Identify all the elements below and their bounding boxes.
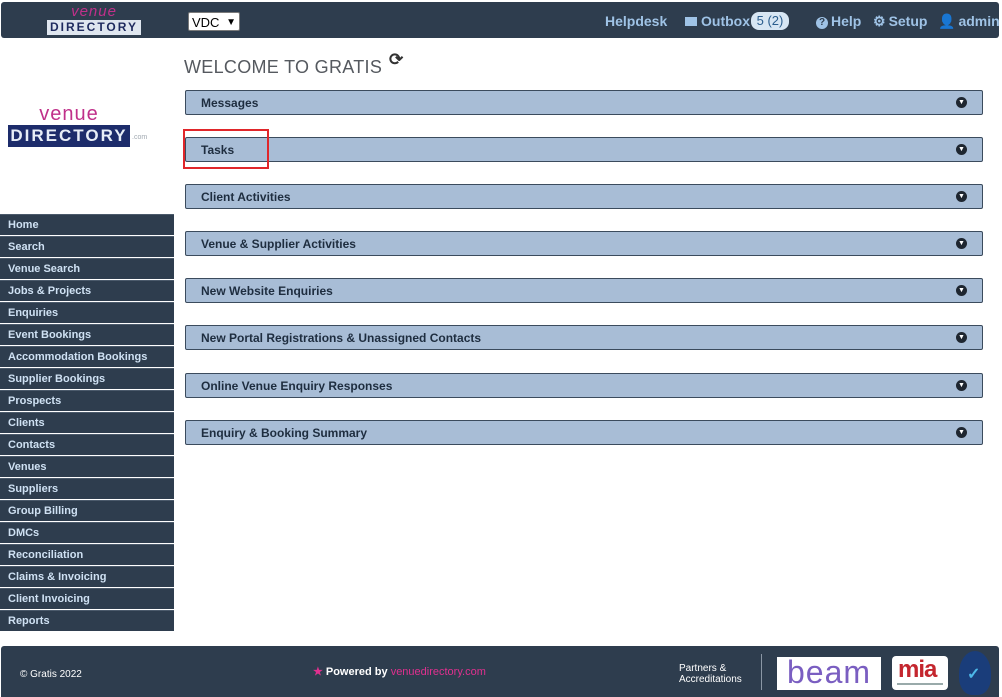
chevron-down-icon: ▼ — [226, 17, 236, 28]
chevron-down-icon[interactable]: ▼ — [956, 238, 967, 249]
sidebar-item-venues[interactable]: Venues — [0, 456, 174, 477]
sidebar-item-enquiries[interactable]: Enquiries — [0, 302, 174, 323]
copyright-text: © Gratis 2022 — [20, 669, 82, 680]
mia-logo[interactable]: mia — [892, 656, 948, 690]
panel-title: Enquiry & Booking Summary — [201, 426, 368, 440]
sidebar-item-claims-invoicing[interactable]: Claims & Invoicing — [0, 566, 174, 587]
powered-by-label: Powered by — [325, 666, 388, 678]
help-label: Help — [831, 13, 862, 29]
company-select-value: VDC — [192, 15, 220, 30]
gear-icon: ⚙ — [873, 13, 886, 29]
big-logo-directory-text: DIRECTORY — [8, 125, 130, 147]
panel-new-portal-registrations[interactable]: New Portal Registrations & Unassigned Co… — [185, 325, 983, 350]
chevron-down-icon[interactable]: ▼ — [956, 427, 967, 438]
star-icon: ★ — [313, 666, 323, 678]
panel-title: Online Venue Enquiry Responses — [201, 379, 393, 393]
outbox-count-badge[interactable]: 5 (2) — [751, 12, 789, 30]
big-logo-suffix: .com — [132, 134, 148, 141]
sidebar-item-accommodation-bookings[interactable]: Accommodation Bookings — [0, 346, 174, 367]
panel-title: New Website Enquiries — [201, 284, 333, 298]
sidebar-item-reconciliation[interactable]: Reconciliation — [0, 544, 174, 565]
sidebar-item-event-bookings[interactable]: Event Bookings — [0, 324, 174, 345]
powered-by: ★ Powered by venuedirectory.com — [313, 665, 486, 678]
beam-logo[interactable]: beam — [777, 656, 881, 690]
chevron-down-icon[interactable]: ▼ — [956, 380, 967, 391]
certification-badge-icon[interactable]: ✓ — [959, 651, 991, 695]
outbox-link[interactable]: Outbox — [685, 13, 750, 29]
page-title: WELCOME TO GRATIS — [184, 57, 383, 77]
partners-line-1: Partners & — [679, 663, 727, 674]
panel-title: Messages — [201, 96, 259, 110]
chevron-down-icon[interactable]: ▼ — [956, 144, 967, 155]
chevron-down-icon[interactable]: ▼ — [956, 332, 967, 343]
sidebar-item-dmcs[interactable]: DMCs — [0, 522, 174, 543]
sidebar-item-supplier-bookings[interactable]: Supplier Bookings — [0, 368, 174, 389]
big-logo-venue-text: venue — [39, 103, 99, 125]
footer: © Gratis 2022 ★ Powered by venuedirectory… — [1, 646, 999, 697]
logo-directory-text: DIRECTORY — [47, 20, 141, 35]
panel-venue-supplier-activities[interactable]: Venue & Supplier Activities ▼ — [185, 231, 983, 256]
user-label: admin — [958, 13, 1000, 29]
setup-label: Setup — [888, 13, 928, 29]
user-icon: 👤 — [938, 13, 956, 29]
setup-link[interactable]: ⚙ Setup — [873, 13, 927, 29]
panel-new-website-enquiries[interactable]: New Website Enquiries ▼ — [185, 278, 983, 303]
venue-directory-big-logo: venue DIRECTORY .com — [8, 104, 148, 150]
tasks-highlight-box — [183, 129, 269, 169]
panel-title: New Portal Registrations & Unassigned Co… — [201, 331, 482, 345]
company-select[interactable]: VDC ▼ — [188, 12, 240, 31]
mia-logo-underline — [897, 683, 943, 685]
panel-title: Venue & Supplier Activities — [201, 237, 356, 251]
sidebar-item-search[interactable]: Search — [0, 236, 174, 257]
user-menu[interactable]: 👤 admin — [938, 13, 1000, 29]
sidebar-item-jobs-projects[interactable]: Jobs & Projects — [0, 280, 174, 301]
helpdesk-link[interactable]: Helpdesk — [605, 13, 667, 29]
sidebar-item-contacts[interactable]: Contacts — [0, 434, 174, 455]
envelope-icon — [685, 17, 697, 26]
chevron-down-icon[interactable]: ▼ — [956, 285, 967, 296]
panel-messages[interactable]: Messages ▼ — [185, 90, 983, 115]
footer-divider — [761, 654, 762, 690]
sidebar-item-clients[interactable]: Clients — [0, 412, 174, 433]
powered-by-brand-link[interactable]: venuedirectory.com — [391, 666, 486, 678]
partners-line-2: Accreditations — [679, 674, 742, 685]
logo-venue-text: venue — [71, 3, 117, 20]
sidebar-item-venue-search[interactable]: Venue Search — [0, 258, 174, 279]
sidebar-item-prospects[interactable]: Prospects — [0, 390, 174, 411]
venue-directory-logo[interactable]: venue DIRECTORY — [47, 4, 141, 36]
sidebar-item-suppliers[interactable]: Suppliers — [0, 478, 174, 499]
question-circle-icon: ? — [816, 17, 828, 29]
sidebar-item-group-billing[interactable]: Group Billing — [0, 500, 174, 521]
panel-title: Client Activities — [201, 190, 291, 204]
panel-enquiry-booking-summary[interactable]: Enquiry & Booking Summary ▼ — [185, 420, 983, 445]
partners-label: Partners & Accreditations — [679, 663, 742, 685]
sidebar-nav: Home Search Venue Search Jobs & Projects… — [0, 214, 174, 632]
sidebar-item-client-invoicing[interactable]: Client Invoicing — [0, 588, 174, 609]
panel-online-venue-enquiry-responses[interactable]: Online Venue Enquiry Responses ▼ — [185, 373, 983, 398]
top-navbar: venue DIRECTORY VDC ▼ Helpdesk Outbox 5 … — [1, 2, 1000, 38]
refresh-icon[interactable]: ⟳ — [389, 50, 403, 70]
outbox-label: Outbox — [701, 13, 750, 29]
sidebar-item-reports[interactable]: Reports — [0, 610, 174, 631]
help-link[interactable]: ? Help — [816, 13, 861, 29]
chevron-down-icon[interactable]: ▼ — [956, 97, 967, 108]
panel-client-activities[interactable]: Client Activities ▼ — [185, 184, 983, 209]
mia-logo-text: mia — [898, 656, 937, 683]
chevron-down-icon[interactable]: ▼ — [956, 191, 967, 202]
sidebar-item-home[interactable]: Home — [0, 214, 174, 235]
checkmark-icon: ✓ — [967, 666, 981, 683]
panel-tasks[interactable]: Tasks ▼ — [185, 137, 983, 162]
